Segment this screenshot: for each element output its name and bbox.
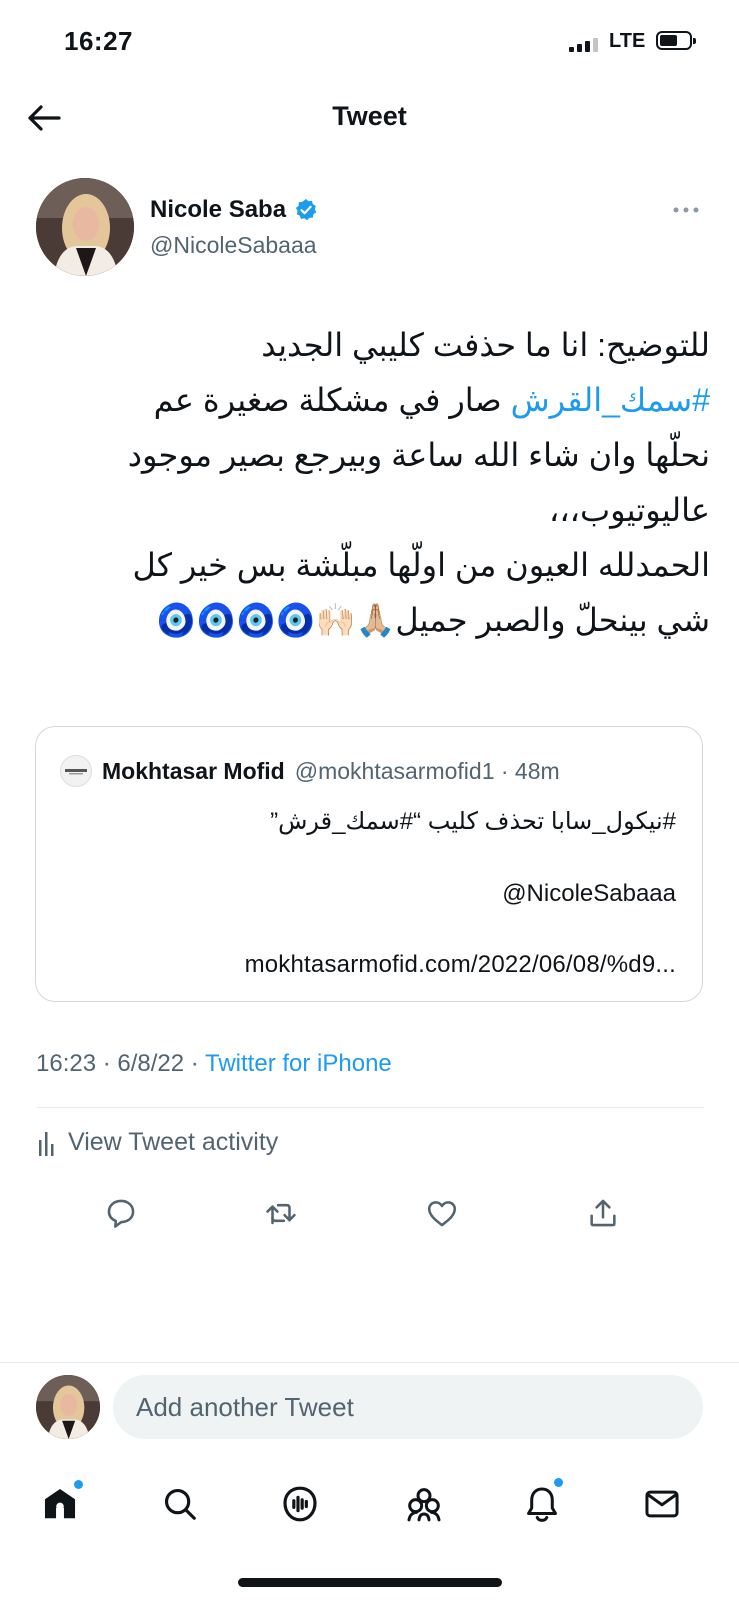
share-button[interactable]	[578, 1188, 628, 1238]
notifications-icon	[527, 1487, 557, 1522]
tweet-line-text: صار في مشكلة صغيرة عم	[153, 382, 511, 418]
messages-icon	[645, 1490, 679, 1518]
status-bar: 16:27 LTE	[0, 0, 739, 80]
quoted-tweet-card[interactable]: Mokhtasar Mofid @mokhtasarmofid1 · 48m #…	[35, 726, 703, 1002]
analytics-icon	[39, 1131, 54, 1156]
share-icon	[590, 1199, 616, 1227]
tweet-line: للتوضيح: انا ما حذفت كليبي الجديد	[261, 327, 710, 363]
nav-communities[interactable]	[396, 1476, 452, 1532]
author-name[interactable]: Nicole Saba	[150, 196, 318, 224]
nav-notifications[interactable]	[514, 1476, 570, 1532]
quoted-link: mokhtasarmofid.com/2022/06/08/%d9...	[244, 951, 676, 978]
reply-button[interactable]	[96, 1188, 146, 1238]
tweet-timestamp: 16:23 · 6/8/22 ·	[36, 1050, 206, 1077]
quoted-avatar	[60, 755, 92, 787]
home-icon	[44, 1488, 76, 1519]
tweet-line: #سمك_القرش صار في مشكلة صغيرة عم	[40, 373, 710, 428]
nav-spaces[interactable]	[272, 1476, 328, 1532]
signal-icon	[569, 38, 598, 52]
nav-search[interactable]	[152, 1476, 208, 1532]
spaces-icon	[283, 1486, 317, 1522]
author-name-text: Nicole Saba	[150, 196, 287, 223]
like-button[interactable]	[417, 1188, 467, 1238]
search-icon	[164, 1488, 196, 1520]
retweet-icon	[266, 1203, 296, 1225]
tweet-line: نحلّها وان شاء الله ساعة وبيرجع بصير موج…	[127, 437, 710, 473]
retweet-button[interactable]	[256, 1188, 306, 1238]
battery-icon	[656, 31, 696, 50]
nav-home[interactable]	[32, 1476, 88, 1532]
divider	[36, 1107, 704, 1108]
bottom-nav	[0, 1470, 739, 1540]
quoted-tweet-header: Mokhtasar Mofid @mokhtasarmofid1 · 48m	[60, 755, 560, 787]
like-icon	[427, 1201, 457, 1227]
reply-icon	[107, 1199, 135, 1228]
home-notification-dot	[74, 1480, 83, 1489]
reply-input[interactable]	[113, 1375, 703, 1439]
user-avatar[interactable]	[36, 1375, 100, 1439]
more-options-button[interactable]	[668, 198, 704, 222]
hashtag-link[interactable]: #سمك_القرش	[511, 382, 710, 418]
notifications-dot	[554, 1478, 563, 1487]
tweet-line: شي بينحلّ والصبر جميل🙏🏼🙌🏻🧿🧿🧿🧿	[156, 602, 710, 638]
quoted-author-name: Mokhtasar Mofid	[102, 757, 285, 784]
reply-bar	[0, 1362, 739, 1462]
tweet-source-link[interactable]: Twitter for iPhone	[205, 1050, 392, 1077]
verified-badge-icon	[295, 199, 317, 221]
nav-messages[interactable]	[634, 1476, 690, 1532]
tweet-actions	[0, 1188, 739, 1238]
author-avatar[interactable]	[36, 178, 134, 276]
quoted-tweet-text: #نيكول_سابا تحذف كليب “#سمك_قرش”	[270, 808, 676, 835]
view-tweet-activity-label: View Tweet activity	[68, 1128, 279, 1156]
more-dots-icon	[673, 207, 699, 213]
quoted-mention: @NicoleSabaaa	[502, 880, 676, 907]
page-title: Tweet	[332, 101, 407, 131]
tweet-line: عاليوتيوب،،،	[549, 492, 710, 528]
communities-icon	[407, 1488, 441, 1522]
home-indicator	[238, 1578, 502, 1587]
tweet-meta: 16:23 · 6/8/22 · Twitter for iPhone	[36, 1050, 392, 1078]
status-time: 16:27	[64, 26, 133, 56]
tweet-line: الحمدلله العيون من اولّها مبلّشة بس خير …	[132, 547, 710, 583]
quoted-author-handle: @mokhtasarmofid1 · 48m	[294, 757, 560, 784]
view-tweet-activity-button[interactable]: View Tweet activity	[38, 1128, 278, 1157]
tweet-text: للتوضيح: انا ما حذفت كليبي الجديد #سمك_ا…	[40, 318, 710, 648]
author-handle[interactable]: @NicoleSabaaa	[150, 232, 317, 259]
header: Tweet	[0, 88, 739, 148]
network-label: LTE	[609, 30, 646, 52]
